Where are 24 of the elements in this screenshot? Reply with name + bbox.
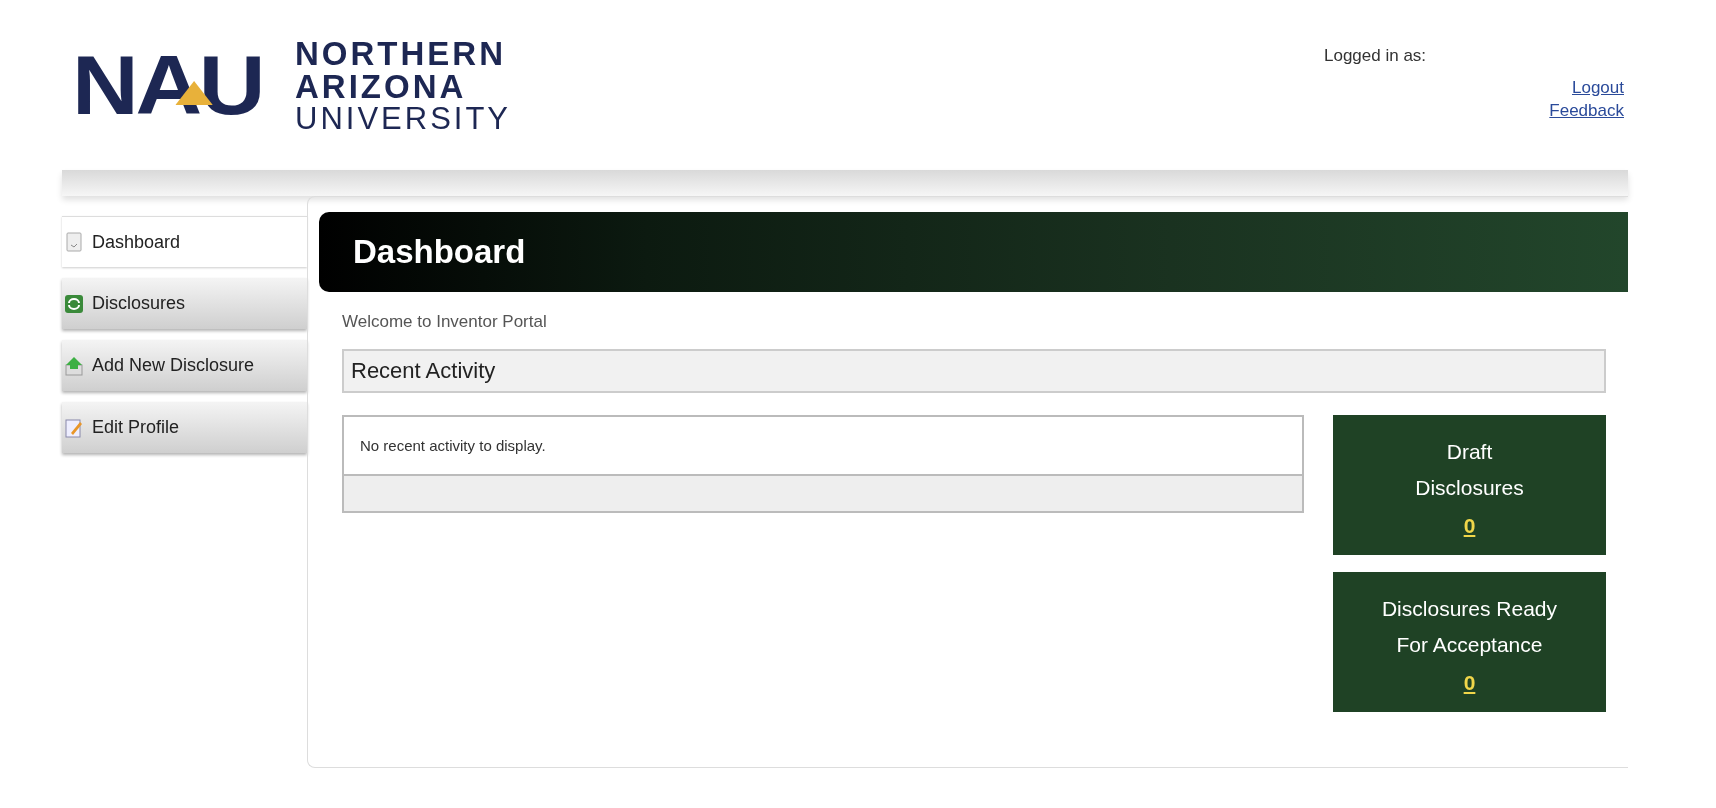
- logo-text: UNIVERSITY: [295, 102, 512, 134]
- sync-icon: [64, 293, 84, 314]
- logo-text: ARIZONA: [295, 69, 468, 103]
- empty-message: No recent activity to display.: [360, 437, 546, 454]
- page-title: Dashboard: [319, 212, 1628, 292]
- edit-icon: [64, 417, 84, 438]
- page-icon: [64, 232, 84, 252]
- header-link[interactable]: Feedback: [1549, 99, 1624, 122]
- section-header: Recent Activity: [342, 349, 1606, 393]
- logo-text: NORTHERN: [295, 36, 507, 70]
- count-link[interactable]: 0: [1463, 670, 1476, 694]
- triangle-icon: [175, 81, 213, 105]
- card-title: Draft Disclosures: [1415, 438, 1524, 501]
- welcome-text: Welcome to Inventor Portal: [342, 312, 548, 332]
- sidebar-item[interactable]: Add New Disclosure: [62, 340, 307, 391]
- sidebar-item[interactable]: Disclosures: [62, 278, 307, 329]
- card-title: Disclosures Ready For Acceptance: [1381, 595, 1558, 658]
- sidebar-item[interactable]: Dashboard: [62, 216, 307, 267]
- upload-icon: [64, 355, 84, 376]
- sidebar-item[interactable]: Edit Profile: [62, 402, 307, 453]
- header-link[interactable]: Logout: [1572, 76, 1624, 99]
- user-label: Logged in as:: [1324, 46, 1428, 66]
- count-link[interactable]: 0: [1463, 513, 1476, 537]
- logo-wordmark: NAU: [72, 43, 263, 127]
